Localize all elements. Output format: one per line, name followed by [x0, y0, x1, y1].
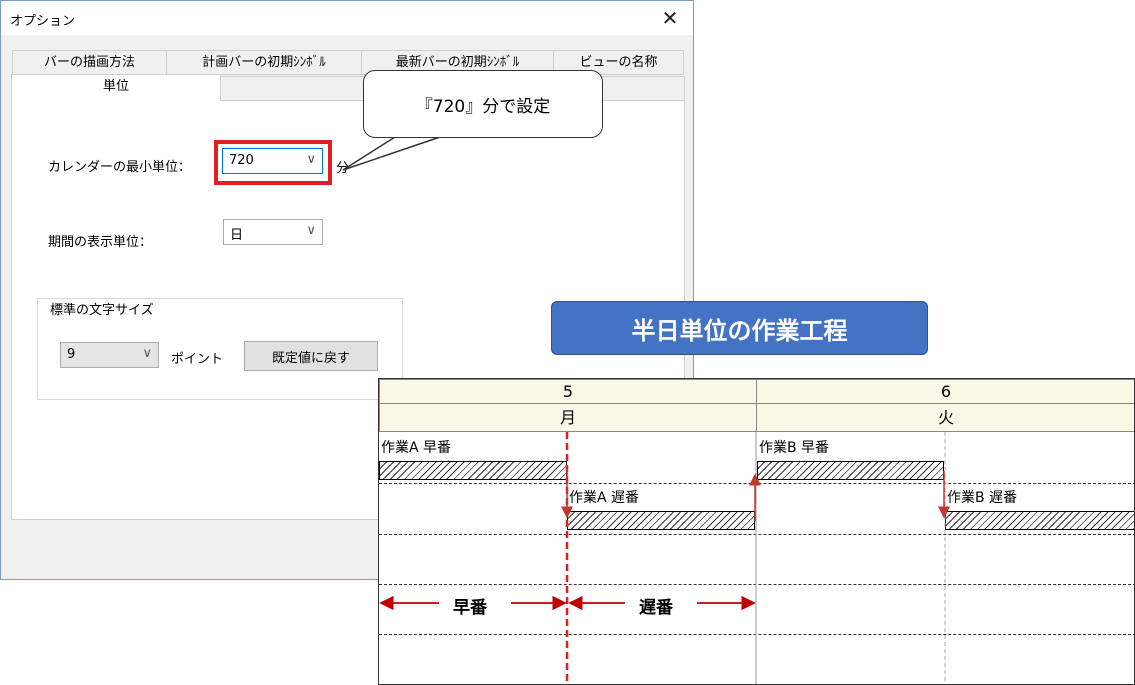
font-size-unit: ポイント: [171, 352, 224, 367]
reset-default-button[interactable]: 既定値に戻す: [244, 341, 378, 371]
day-header-date: 5: [379, 379, 757, 404]
task-label: 作業A 早番: [381, 440, 452, 456]
chevron-down-icon: ∨: [306, 223, 316, 238]
title-bar: オプション ✕: [1, 1, 693, 35]
row-separator: [379, 483, 1134, 484]
row-separator: [379, 634, 1134, 635]
tab-units[interactable]: 単位: [11, 74, 221, 101]
period-unit-value: 日: [230, 228, 244, 243]
range-label-early: 早番: [447, 593, 493, 618]
task-label: 作業A 遅番: [569, 490, 640, 506]
task-bar-a-early[interactable]: [379, 461, 567, 480]
period-unit-label: 期間の表示単位：: [48, 235, 153, 250]
callout-bubble: 『720』分で設定: [363, 70, 603, 138]
day-header-date: 6: [756, 379, 1134, 404]
task-label: 作業B 遅番: [947, 490, 1018, 506]
task-bar-b-late[interactable]: [945, 511, 1134, 530]
day-header-weekday: 火: [756, 403, 1134, 432]
row-separator: [379, 534, 1134, 535]
day-header-weekday: 月: [379, 403, 757, 432]
period-unit-select[interactable]: 日 ∨: [223, 219, 323, 245]
range-label-late: 遅番: [633, 593, 679, 618]
close-icon[interactable]: ✕: [647, 1, 693, 35]
gantt-chart: 5 6 月 火 作業A 早番 作業A 遅番 作業B 早番 作業B 遅番 早番 遅…: [378, 378, 1135, 685]
dialog-title: オプション: [10, 14, 76, 29]
calendar-min-unit-suffix: 分: [336, 161, 350, 176]
task-label: 作業B 早番: [759, 440, 830, 456]
font-size-group-title: 標準の文字サイズ: [47, 299, 157, 318]
task-bar-a-late[interactable]: [567, 511, 755, 530]
row-separator: [379, 584, 1134, 585]
chevron-down-icon: ∨: [142, 346, 152, 361]
tab-plan-bar-symbol[interactable]: 計画バーの初期ｼﾝﾎﾞﾙ: [166, 50, 362, 75]
calendar-min-unit-label: カレンダーの最小単位：: [48, 160, 192, 175]
highlight-frame: [214, 140, 332, 185]
banner-text: 半日単位の作業工程: [631, 316, 848, 345]
callout-text: 『720』分で設定: [415, 96, 551, 117]
font-size-value: 9: [67, 347, 76, 362]
half-day-banner: 半日単位の作業工程: [551, 301, 928, 355]
font-size-select[interactable]: 9 ∨: [60, 342, 159, 368]
tab-bar-drawing[interactable]: バーの描画方法: [12, 50, 167, 75]
task-bar-b-early[interactable]: [757, 461, 944, 480]
